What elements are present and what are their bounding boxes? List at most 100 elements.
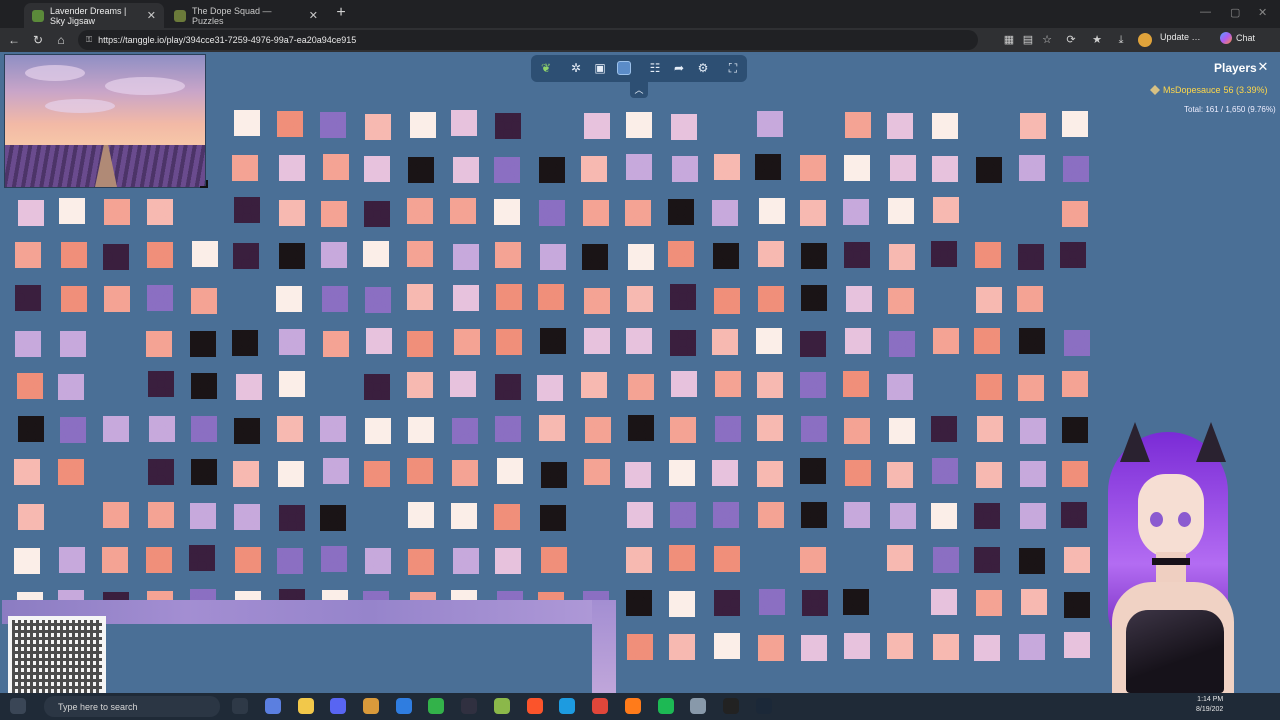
puzzle-piece[interactable] [931, 240, 958, 267]
puzzle-piece[interactable] [61, 241, 88, 268]
puzzle-piece[interactable] [189, 502, 216, 529]
puzzle-piece[interactable] [671, 155, 698, 182]
puzzle-piece[interactable] [538, 199, 565, 226]
puzzle-piece[interactable] [713, 590, 740, 617]
steam-icon[interactable] [756, 698, 772, 714]
puzzle-piece[interactable] [322, 330, 349, 357]
close-tab-icon[interactable]: ✕ [147, 9, 156, 22]
app-icon[interactable] [363, 698, 379, 714]
puzzle-piece[interactable] [495, 113, 522, 140]
puzzle-piece[interactable] [493, 157, 520, 184]
puzzle-piece[interactable] [538, 157, 565, 184]
puzzle-piece[interactable] [540, 243, 567, 270]
tab-dope-squad[interactable]: The Dope Squad — Puzzles ✕ [166, 3, 326, 28]
puzzle-piece[interactable] [844, 328, 871, 355]
reader-icon[interactable]: ▤ [1021, 33, 1035, 47]
puzzle-piece[interactable] [714, 416, 741, 443]
puzzle-piece[interactable] [452, 418, 479, 445]
puzzle-piece[interactable] [844, 501, 871, 528]
home-icon[interactable]: ⌂ [53, 32, 69, 48]
puzzle-piece[interactable] [278, 154, 305, 181]
puzzle-piece[interactable] [887, 633, 914, 660]
puzzle-piece[interactable] [755, 328, 782, 355]
copilot-taskbar-icon[interactable] [265, 698, 281, 714]
address-bar[interactable]: ⚿ https://tanggle.io/play/394cce31-7259-… [78, 30, 978, 50]
puzzle-piece[interactable] [1061, 110, 1088, 137]
puzzle-piece[interactable] [538, 284, 565, 311]
puzzle-piece[interactable] [887, 373, 914, 400]
puzzle-piece[interactable] [757, 501, 784, 528]
app-icon[interactable] [428, 698, 444, 714]
puzzle-piece[interactable] [452, 460, 479, 487]
puzzle-piece[interactable] [799, 155, 826, 182]
puzzle-piece[interactable] [714, 371, 741, 398]
puzzle-piece[interactable] [494, 373, 521, 400]
puzzle-piece[interactable] [973, 546, 1000, 573]
apps-icon[interactable]: ▦ [1002, 33, 1016, 47]
puzzle-piece[interactable] [625, 461, 652, 488]
puzzle-piece[interactable] [363, 241, 390, 268]
puzzle-piece[interactable] [61, 286, 88, 313]
puzzle-piece[interactable] [540, 504, 567, 531]
puzzle-piece[interactable] [59, 547, 85, 574]
puzzle-piece[interactable] [758, 197, 785, 224]
puzzle-piece[interactable] [450, 502, 477, 529]
puzzle-piece[interactable] [584, 416, 611, 443]
puzzle-piece[interactable] [452, 547, 479, 574]
taskbar-search[interactable]: Type here to search [44, 696, 220, 717]
puzzle-piece[interactable] [842, 198, 869, 225]
puzzle-piece[interactable] [279, 200, 306, 227]
puzzle-piece[interactable] [976, 589, 1003, 616]
puzzle-piece[interactable] [406, 241, 433, 268]
puzzle-piece[interactable] [977, 416, 1004, 443]
puzzle-piece[interactable] [842, 588, 869, 615]
puzzle-piece[interactable] [453, 329, 480, 356]
puzzle-piece[interactable] [800, 458, 827, 485]
puzzle-piece[interactable] [626, 111, 653, 138]
profile-avatar[interactable] [1138, 33, 1152, 47]
puzzle-piece[interactable] [147, 459, 174, 486]
puzzle-piece[interactable] [319, 504, 346, 531]
puzzle-piece[interactable] [17, 373, 44, 400]
favorite-star-icon[interactable]: ☆ [1040, 33, 1054, 47]
puzzle-piece[interactable] [147, 502, 174, 529]
start-icon[interactable] [10, 698, 26, 714]
puzzle-piece[interactable] [147, 241, 174, 268]
puzzle-piece[interactable] [889, 502, 916, 529]
puzzle-piece[interactable] [277, 460, 304, 487]
puzzle-piece[interactable] [232, 330, 259, 357]
puzzle-piece[interactable] [976, 286, 1003, 313]
firefox-icon[interactable] [625, 698, 641, 714]
puzzle-piece[interactable] [1062, 416, 1089, 443]
puzzle-piece[interactable] [582, 200, 609, 227]
puzzle-piece[interactable] [933, 634, 960, 661]
puzzle-piece[interactable] [1018, 634, 1045, 661]
puzzle-piece[interactable] [321, 200, 348, 227]
puzzle-piece[interactable] [843, 154, 870, 181]
puzzle-piece[interactable] [584, 459, 611, 486]
puzzle-piece[interactable] [669, 501, 696, 528]
edge-icon[interactable] [559, 698, 575, 714]
puzzle-piece[interactable] [626, 502, 653, 529]
maximize-icon[interactable]: ▢ [1230, 6, 1240, 19]
puzzle-piece[interactable] [584, 287, 611, 314]
puzzle-piece[interactable] [582, 243, 609, 270]
puzzle-piece[interactable] [1017, 286, 1044, 313]
puzzle-piece[interactable] [889, 418, 916, 445]
puzzle-piece[interactable] [801, 501, 828, 528]
puzzle-piece[interactable] [320, 415, 347, 442]
puzzle-piece[interactable] [671, 113, 698, 140]
file-explorer-icon[interactable] [298, 698, 314, 714]
puzzle-piece[interactable] [101, 547, 128, 574]
puzzle-piece[interactable] [625, 199, 652, 226]
fullscreen-icon[interactable]: ⛶ [724, 59, 742, 77]
site-info-icon[interactable]: ⚿ [86, 35, 92, 45]
puzzle-piece[interactable] [451, 110, 478, 137]
puzzle-piece[interactable] [496, 284, 523, 311]
puzzle-piece[interactable] [1019, 548, 1046, 575]
puzzle-piece[interactable] [844, 633, 871, 660]
puzzle-piece[interactable] [15, 242, 41, 269]
puzzle-piece[interactable] [1019, 460, 1046, 487]
puzzle-piece[interactable] [189, 331, 216, 358]
puzzle-piece[interactable] [494, 416, 521, 442]
